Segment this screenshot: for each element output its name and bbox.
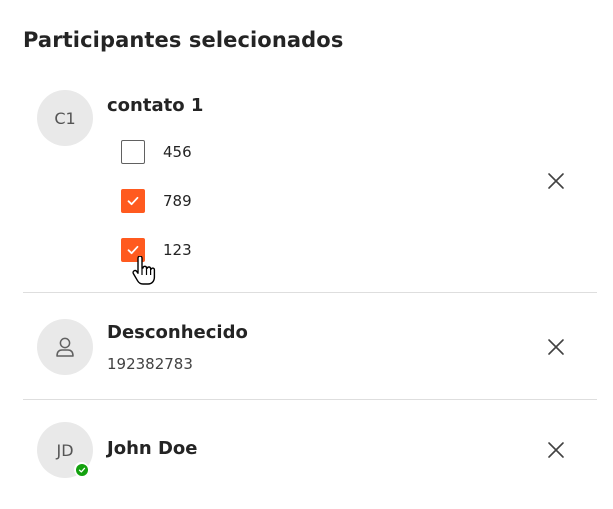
page-title: Participantes selecionados — [23, 28, 344, 52]
participant-phone: 192382783 — [107, 355, 193, 373]
hand-cursor-icon — [130, 255, 160, 292]
number-label: 789 — [163, 192, 192, 210]
close-icon — [548, 339, 564, 355]
remove-participant-button[interactable] — [542, 167, 570, 195]
participant-name: contato 1 — [107, 95, 204, 116]
person-icon — [56, 337, 74, 357]
checkmark-icon — [127, 196, 139, 206]
divider — [23, 399, 597, 400]
checkbox-checked[interactable] — [121, 189, 145, 213]
participant-name: John Doe — [107, 438, 198, 459]
avatar — [37, 319, 93, 375]
avatar-initials: C1 — [54, 108, 76, 128]
selected-participants-panel: Participantes selecionados C1 contato 1 … — [0, 0, 613, 509]
remove-participant-button[interactable] — [542, 333, 570, 361]
number-label: 123 — [163, 241, 192, 259]
checkmark-icon — [78, 467, 85, 473]
close-icon — [548, 173, 564, 189]
remove-participant-button[interactable] — [542, 436, 570, 464]
participant-name: Desconhecido — [107, 322, 248, 343]
checkbox-unchecked[interactable] — [121, 140, 145, 164]
number-option-789[interactable]: 789 — [121, 187, 192, 215]
avatar: C1 — [37, 90, 93, 146]
number-label: 456 — [163, 143, 192, 161]
presence-available-badge — [74, 462, 89, 477]
checkmark-icon — [127, 245, 139, 255]
avatar-initials: JD — [56, 440, 74, 460]
close-icon — [548, 442, 564, 458]
number-option-456[interactable]: 456 — [121, 138, 192, 166]
divider — [23, 292, 597, 293]
